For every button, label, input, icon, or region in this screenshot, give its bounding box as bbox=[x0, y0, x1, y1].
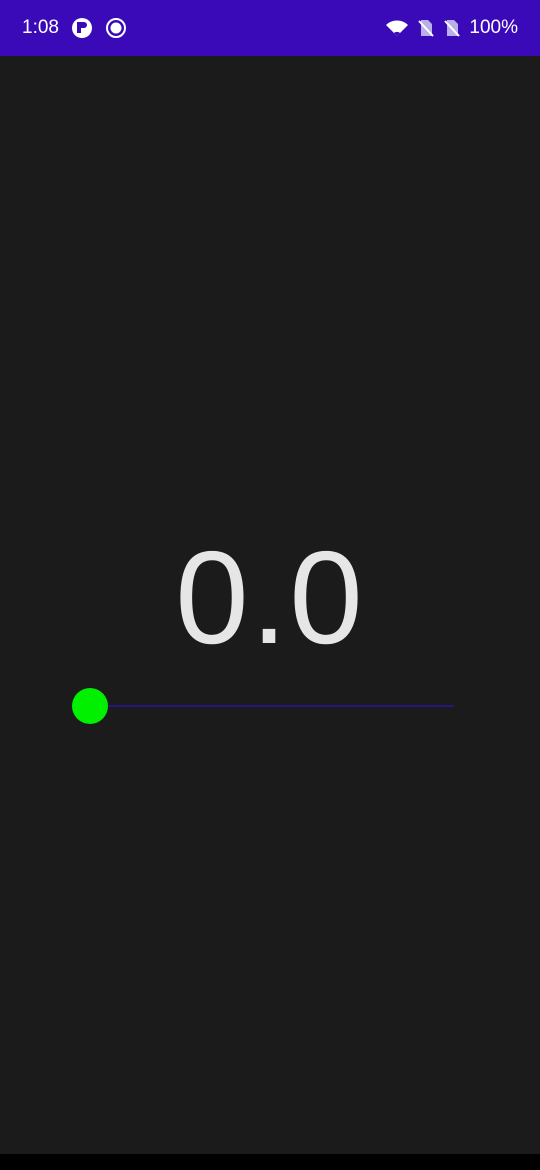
wifi-icon bbox=[385, 18, 409, 38]
status-time: 1:08 bbox=[22, 17, 59, 38]
value-display: 0.0 bbox=[175, 524, 365, 671]
no-sim-icon bbox=[417, 18, 435, 38]
main-content: 0.0 bbox=[0, 56, 540, 1154]
status-right: 100% bbox=[385, 17, 518, 39]
record-icon bbox=[105, 17, 127, 39]
status-bar: 1:08 100% bbox=[0, 0, 540, 56]
bottom-edge bbox=[0, 1154, 540, 1170]
value-slider[interactable] bbox=[72, 688, 454, 724]
battery-text: 100% bbox=[469, 17, 518, 38]
slider-track[interactable] bbox=[90, 705, 454, 707]
pocket-app-icon bbox=[71, 17, 93, 39]
no-sim-icon bbox=[443, 18, 461, 38]
app-screen: 1:08 100% 0.0 bbox=[0, 0, 540, 1170]
slider-thumb[interactable] bbox=[72, 688, 108, 724]
status-left: 1:08 bbox=[22, 17, 127, 39]
